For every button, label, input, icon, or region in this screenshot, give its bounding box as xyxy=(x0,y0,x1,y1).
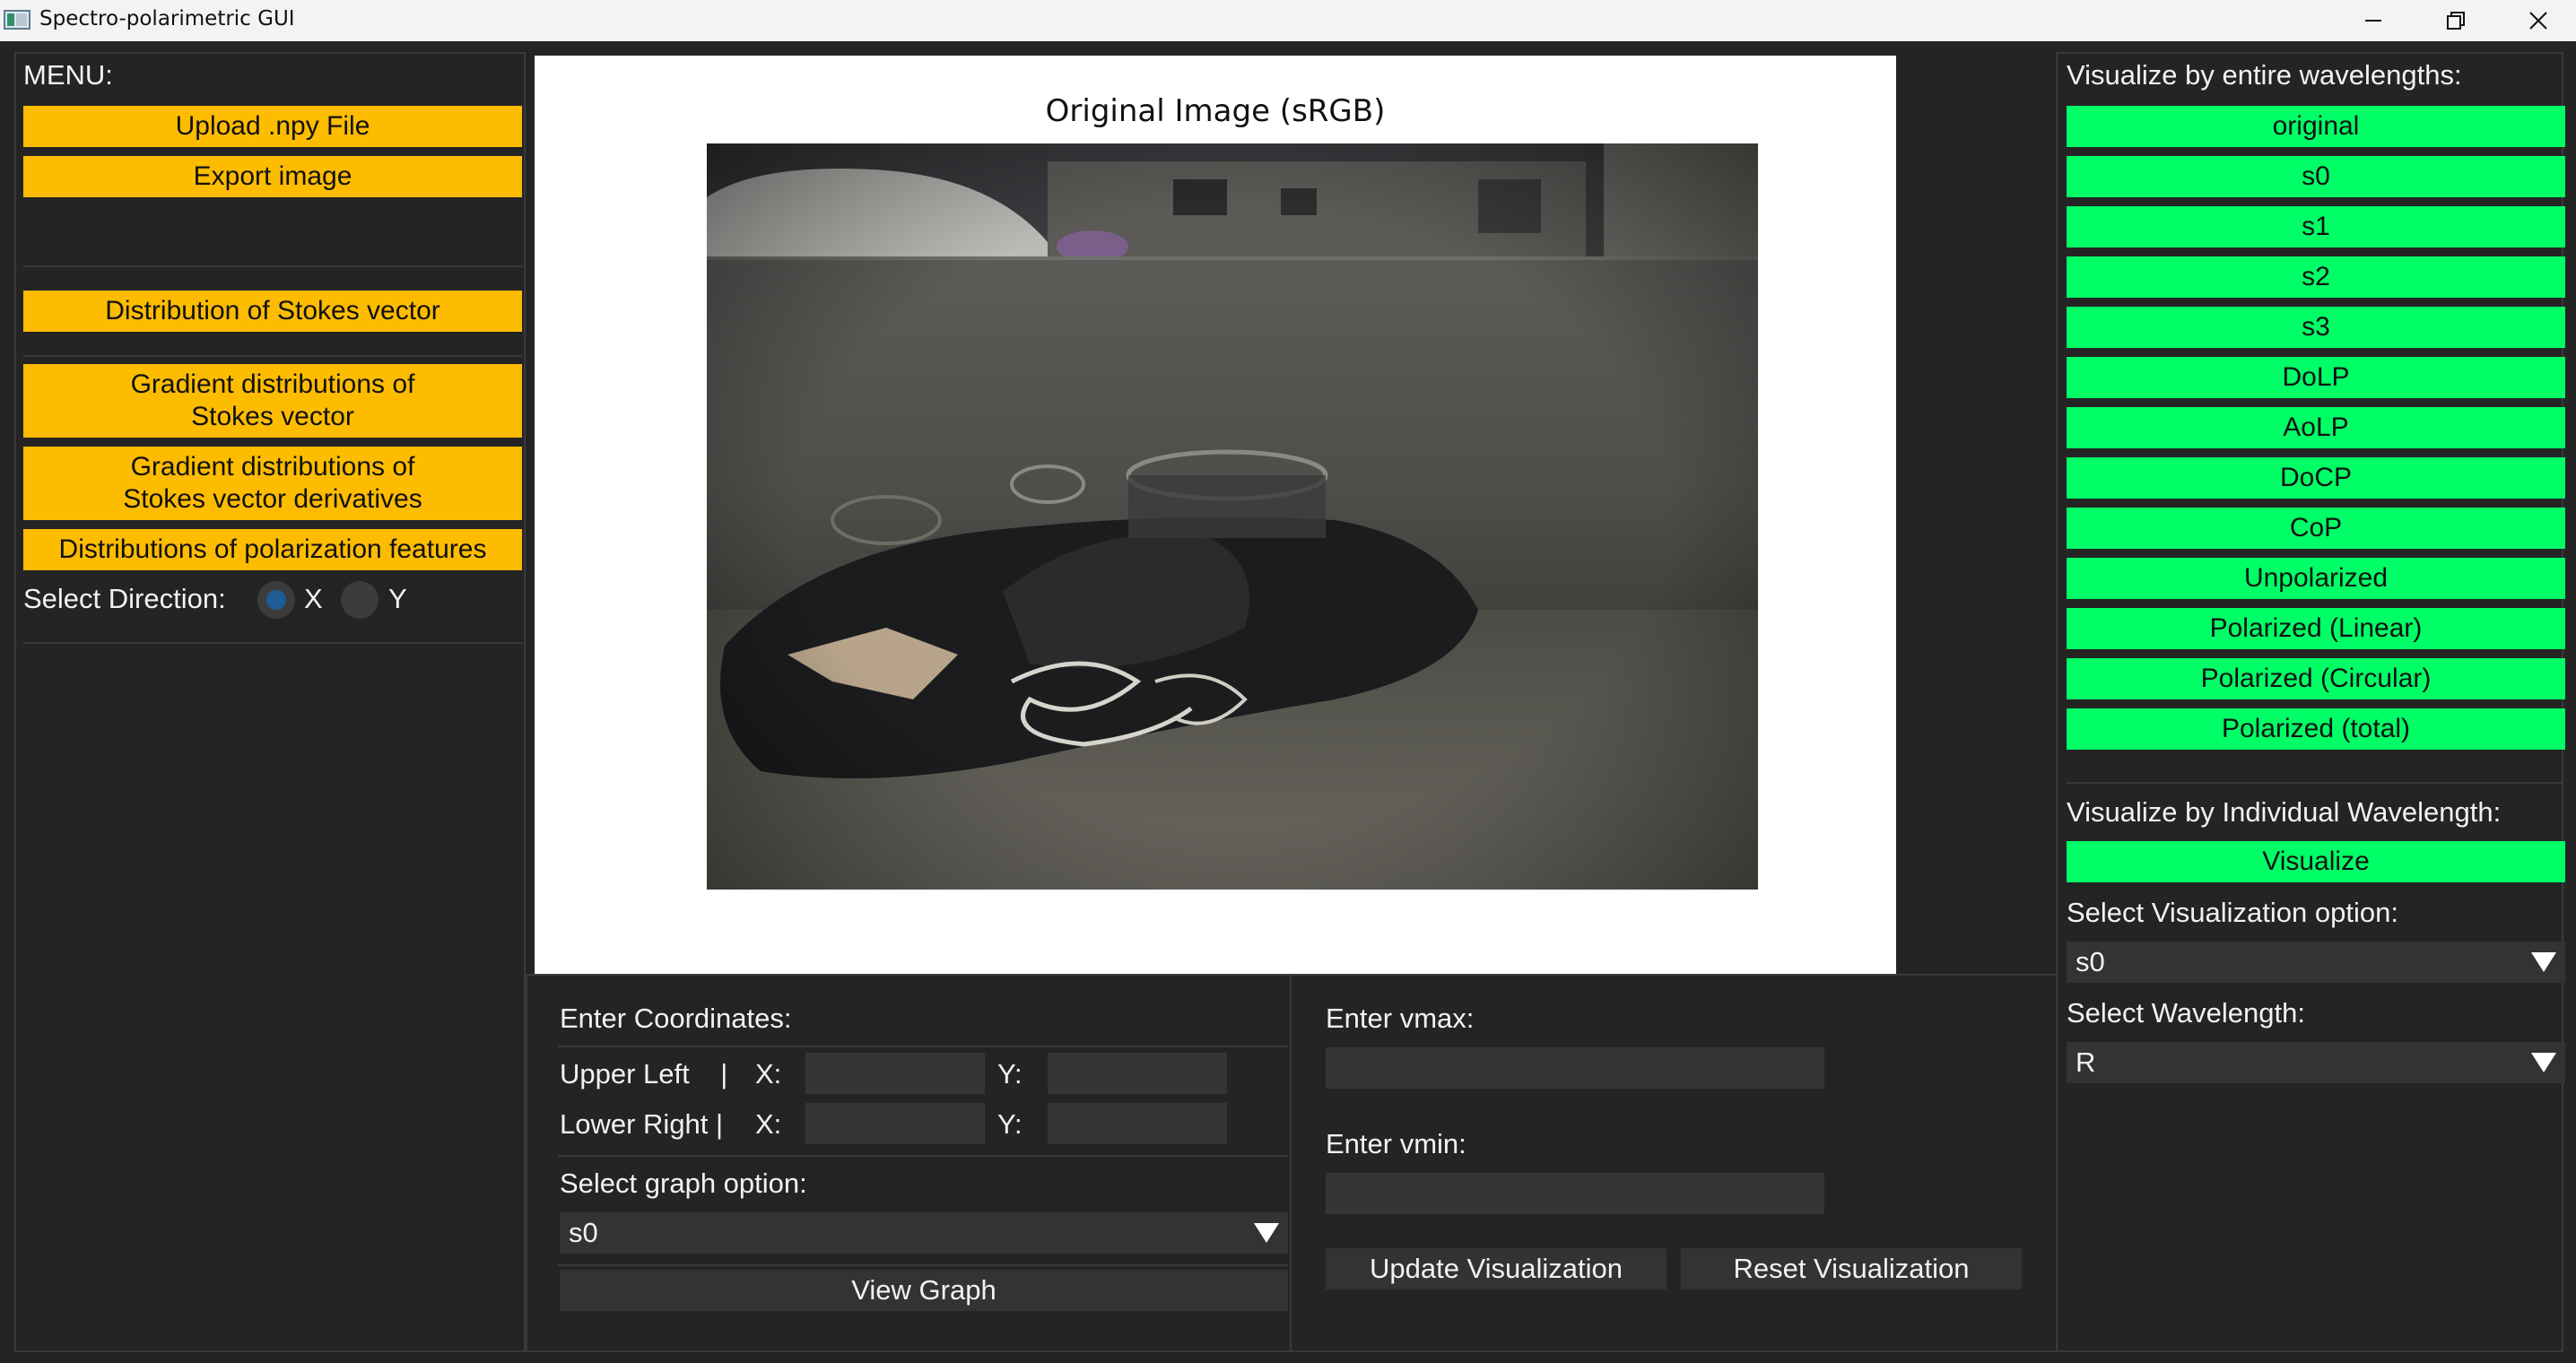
button-line: Stokes vector derivatives xyxy=(123,484,422,514)
restore-icon xyxy=(2447,12,2465,30)
export-image-button[interactable]: Export image xyxy=(23,156,522,197)
button-line: Stokes vector xyxy=(191,402,354,431)
wavelength-select[interactable]: R xyxy=(2067,1042,2565,1083)
graph-option-value: s0 xyxy=(569,1217,598,1248)
vis-polarized-total-button[interactable]: Polarized (total) xyxy=(2067,708,2565,750)
vis-option-label: Select Visualization option: xyxy=(2067,897,2398,928)
vis-s2-button[interactable]: s2 xyxy=(2067,256,2565,298)
vis-unpolarized-button[interactable]: Unpolarized xyxy=(2067,558,2565,599)
coords-title: Enter Coordinates: xyxy=(560,1003,792,1034)
lower-right-label: Lower Right | xyxy=(560,1108,724,1140)
vis-option-select[interactable]: s0 xyxy=(2067,942,2565,983)
direction-y-label: Y xyxy=(388,583,407,614)
menu-title: MENU: xyxy=(23,59,113,91)
lower-right-x-label: X: xyxy=(755,1108,782,1140)
left-menu-panel xyxy=(14,52,526,1352)
lower-right-y-input[interactable] xyxy=(1048,1103,1227,1144)
vis-s3-button[interactable]: s3 xyxy=(2067,307,2565,348)
right-divider xyxy=(2067,782,2563,784)
lower-right-x-input[interactable] xyxy=(805,1103,985,1144)
coords-divider xyxy=(558,1264,1288,1266)
upload-npy-button[interactable]: Upload .npy File xyxy=(23,106,522,147)
graph-option-select[interactable]: s0 xyxy=(560,1212,1288,1254)
gradient-derivatives-button[interactable]: Gradient distributions of Stokes vector … xyxy=(23,447,522,520)
app-icon xyxy=(4,10,30,30)
title-bar: Spectro-polarimetric GUI xyxy=(0,0,2576,41)
chevron-down-icon xyxy=(1254,1223,1279,1243)
menu-divider xyxy=(23,642,522,644)
vmax-label: Enter vmax: xyxy=(1326,1003,1475,1034)
direction-x-label: X xyxy=(304,583,323,614)
button-line: Gradient distributions of xyxy=(130,452,415,482)
upper-left-y-label: Y: xyxy=(997,1058,1023,1090)
menu-divider xyxy=(23,265,522,267)
vis-s0-button[interactable]: s0 xyxy=(2067,156,2565,197)
vis-original-button[interactable]: original xyxy=(2067,106,2565,147)
vis-s1-button[interactable]: s1 xyxy=(2067,206,2565,247)
restore-button[interactable] xyxy=(2415,0,2497,41)
vis-cop-button[interactable]: CoP xyxy=(2067,508,2565,549)
menu-divider xyxy=(23,355,522,357)
button-line: Gradient distributions of xyxy=(130,369,415,399)
close-icon xyxy=(2529,12,2547,30)
vis-polarized-circular-button[interactable]: Polarized (Circular) xyxy=(2067,658,2565,699)
window-title: Spectro-polarimetric GUI xyxy=(39,7,295,30)
direction-x-radio[interactable] xyxy=(257,581,295,619)
update-visualization-button[interactable]: Update Visualization xyxy=(1326,1248,1667,1289)
upper-left-x-input[interactable] xyxy=(805,1053,985,1094)
coords-divider xyxy=(558,1046,1288,1047)
chevron-down-icon xyxy=(2531,952,2556,972)
reset-visualization-button[interactable]: Reset Visualization xyxy=(1681,1248,2022,1289)
image-title: Original Image (sRGB) xyxy=(1045,93,1386,129)
wavelength-label: Select Wavelength: xyxy=(2067,997,2305,1029)
individual-wavelength-title: Visualize by Individual Wavelength: xyxy=(2067,796,2502,828)
gradient-stokes-button[interactable]: Gradient distributions of Stokes vector xyxy=(23,364,522,438)
stokes-distribution-button[interactable]: Distribution of Stokes vector xyxy=(23,291,522,332)
vis-docp-button[interactable]: DoCP xyxy=(2067,457,2565,499)
minimize-icon xyxy=(2365,20,2381,22)
coords-divider xyxy=(558,1155,1288,1157)
close-button[interactable] xyxy=(2497,0,2576,41)
direction-y-radio[interactable] xyxy=(341,581,379,619)
direction-label: Select Direction: xyxy=(23,583,226,614)
minimize-button[interactable] xyxy=(2332,0,2415,41)
wavelength-value: R xyxy=(2076,1046,2096,1078)
view-graph-button[interactable]: View Graph xyxy=(560,1270,1288,1311)
entire-wavelengths-title: Visualize by entire wavelengths: xyxy=(2067,59,2462,91)
vmax-input[interactable] xyxy=(1326,1047,1824,1089)
vmin-input[interactable] xyxy=(1326,1173,1824,1214)
upper-left-y-input[interactable] xyxy=(1048,1053,1227,1094)
lower-right-y-label: Y: xyxy=(997,1108,1023,1140)
original-image xyxy=(707,143,1758,890)
vis-aolp-button[interactable]: AoLP xyxy=(2067,407,2565,448)
vis-option-value: s0 xyxy=(2076,946,2105,977)
vis-polarized-linear-button[interactable]: Polarized (Linear) xyxy=(2067,608,2565,649)
vmin-label: Enter vmin: xyxy=(1326,1128,1466,1159)
upper-left-x-label: X: xyxy=(755,1058,782,1090)
chevron-down-icon xyxy=(2531,1053,2556,1072)
upper-left-label: Upper Left | xyxy=(560,1058,728,1090)
polarization-features-button[interactable]: Distributions of polarization features xyxy=(23,529,522,570)
graph-option-label: Select graph option: xyxy=(560,1168,807,1199)
visualize-button[interactable]: Visualize xyxy=(2067,841,2565,882)
vis-dolp-button[interactable]: DoLP xyxy=(2067,357,2565,398)
